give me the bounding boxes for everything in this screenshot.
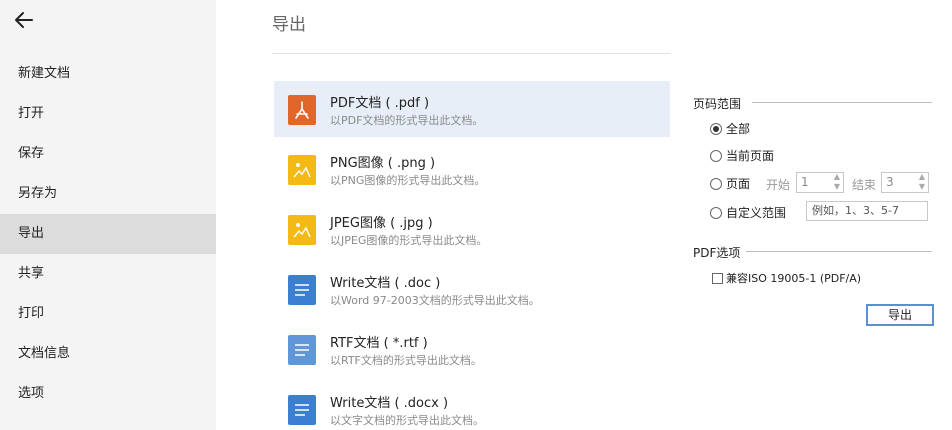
format-desc: 以RTF文档的形式导出此文档。	[330, 354, 482, 367]
sidebar-item-save-as[interactable]: 另存为	[0, 174, 216, 214]
document-icon	[288, 335, 316, 365]
format-name: PNG图像 ( .png )	[330, 156, 436, 171]
sidebar-item-save[interactable]: 保存	[0, 134, 216, 174]
pdf-options-label: PDF选项	[693, 246, 741, 260]
sidebar-item-open[interactable]: 打开	[0, 94, 216, 134]
format-name: Write文档 ( .doc )	[330, 276, 441, 291]
radio-pages[interactable]: 页面	[710, 175, 750, 192]
format-item-docx[interactable]: Write文档 ( .docx ) 以文字文档的形式导出此文档。	[274, 381, 670, 430]
format-item-jpeg[interactable]: JPEG图像 ( .jpg ) 以JPEG图像的形式导出此文档。	[274, 201, 670, 257]
radio-label: 全部	[726, 122, 751, 136]
document-icon	[288, 395, 316, 425]
export-button[interactable]: 导出	[866, 304, 934, 326]
format-name: Write文档 ( .docx )	[330, 396, 449, 411]
page-title: 导出	[272, 15, 306, 35]
pdfa-option[interactable]: 兼容ISO 19005-1 (PDF/A)	[712, 270, 861, 286]
format-desc: 以PNG图像的形式导出此文档。	[330, 174, 486, 187]
radio-button[interactable]	[710, 206, 722, 219]
format-item-png[interactable]: PNG图像 ( .png ) 以PNG图像的形式导出此文档。	[274, 141, 670, 197]
pdfa-checkbox[interactable]	[712, 272, 723, 284]
image-icon	[288, 155, 316, 185]
format-name: JPEG图像 ( .jpg )	[330, 216, 433, 231]
format-desc: 以PDF文档的形式导出此文档。	[330, 114, 484, 127]
radio-current-page[interactable]: 当前页面	[710, 147, 774, 164]
title-divider	[272, 53, 671, 54]
end-label: 结束	[852, 178, 877, 192]
sidebar-item-print[interactable]: 打印	[0, 294, 216, 334]
radio-label: 页面	[726, 177, 751, 191]
radio-button[interactable]	[710, 149, 722, 162]
format-name: RTF文档 ( *.rtf )	[330, 336, 428, 351]
sidebar-item-doc-info[interactable]: 文档信息	[0, 334, 216, 374]
image-icon	[288, 215, 316, 245]
format-name: PDF文档 ( .pdf )	[330, 96, 430, 111]
radio-button[interactable]	[710, 122, 722, 135]
pdf-options-divider	[746, 251, 932, 252]
format-item-rtf[interactable]: RTF文档 ( *.rtf ) 以RTF文档的形式导出此文档。	[274, 321, 670, 377]
pdf-icon	[288, 95, 316, 125]
page-range-divider	[752, 102, 932, 103]
radio-button[interactable]	[710, 177, 722, 190]
sidebar: 新建文档 打开 保存 另存为 导出 共享 打印 文档信息 选项	[0, 0, 216, 430]
sidebar-item-export[interactable]: 导出	[0, 214, 216, 254]
radio-label: 自定义范围	[726, 206, 787, 220]
start-stepper-arrows-icon[interactable]: ▲ ▼	[832, 172, 842, 193]
sidebar-item-options[interactable]: 选项	[0, 374, 216, 414]
back-arrow-icon[interactable]	[12, 8, 36, 32]
format-item-doc[interactable]: Write文档 ( .doc ) 以Word 97-2003文档的形式导出此文档…	[274, 261, 670, 317]
pdfa-label: 兼容ISO 19005-1 (PDF/A)	[726, 272, 862, 285]
format-item-pdf[interactable]: PDF文档 ( .pdf ) 以PDF文档的形式导出此文档。	[274, 81, 670, 137]
custom-range-input[interactable]: 例如，1、3、5-7	[806, 201, 928, 221]
sidebar-item-new[interactable]: 新建文档	[0, 54, 216, 94]
end-stepper-arrows-icon[interactable]: ▲ ▼	[917, 172, 927, 193]
format-desc: 以文字文档的形式导出此文档。	[330, 414, 484, 427]
format-desc: 以Word 97-2003文档的形式导出此文档。	[330, 294, 540, 307]
format-desc: 以JPEG图像的形式导出此文档。	[330, 234, 488, 247]
sidebar-item-share[interactable]: 共享	[0, 254, 216, 294]
page-range-label: 页码范围	[693, 97, 742, 111]
start-label: 开始	[766, 178, 791, 192]
radio-custom-range[interactable]: 自定义范围	[710, 204, 786, 221]
radio-label: 当前页面	[726, 149, 775, 163]
radio-all[interactable]: 全部	[710, 120, 750, 137]
document-icon	[288, 275, 316, 305]
